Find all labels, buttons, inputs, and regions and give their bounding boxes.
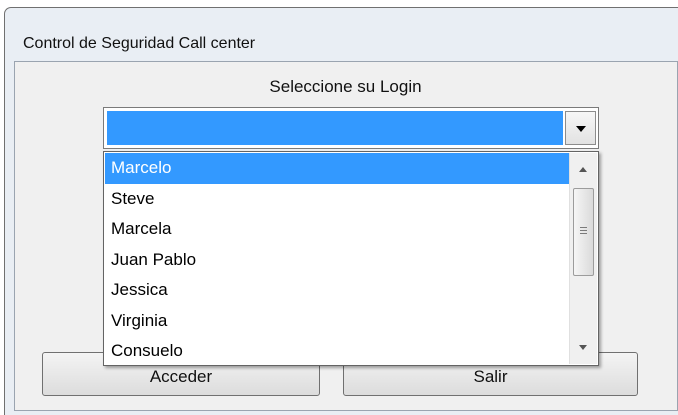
list-item-marcela[interactable]: Marcela — [105, 214, 570, 245]
login-dropdown-list[interactable]: Marcelo Steve Marcela Juan Pablo Jessica… — [103, 151, 599, 366]
list-item-juan-pablo[interactable]: Juan Pablo — [105, 245, 570, 276]
list-item-consuelo[interactable]: Consuelo — [105, 336, 570, 367]
list-item-marcelo[interactable]: Marcelo — [105, 153, 570, 184]
login-prompt: Seleccione su Login — [269, 77, 422, 96]
list-item-steve[interactable]: Steve — [105, 184, 570, 215]
scroll-up-icon[interactable] — [579, 167, 587, 172]
login-options: Marcelo Steve Marcela Juan Pablo Jessica… — [105, 153, 570, 367]
grip-line — [580, 230, 587, 231]
list-item-virginia[interactable]: Virginia — [105, 306, 570, 337]
combobox-dropdown-button[interactable] — [565, 111, 596, 145]
list-item-jessica[interactable]: Jessica — [105, 275, 570, 306]
grip-line — [580, 227, 587, 228]
scroll-down-icon[interactable] — [579, 345, 587, 350]
chevron-down-icon — [576, 126, 586, 132]
login-combobox-value[interactable] — [107, 111, 563, 145]
grip-line — [580, 233, 587, 234]
window-title: Control de Seguridad Call center — [23, 35, 256, 52]
scrollbar-thumb[interactable] — [573, 188, 594, 276]
login-combobox[interactable] — [103, 107, 599, 149]
dropdown-scrollbar[interactable] — [569, 153, 597, 364]
